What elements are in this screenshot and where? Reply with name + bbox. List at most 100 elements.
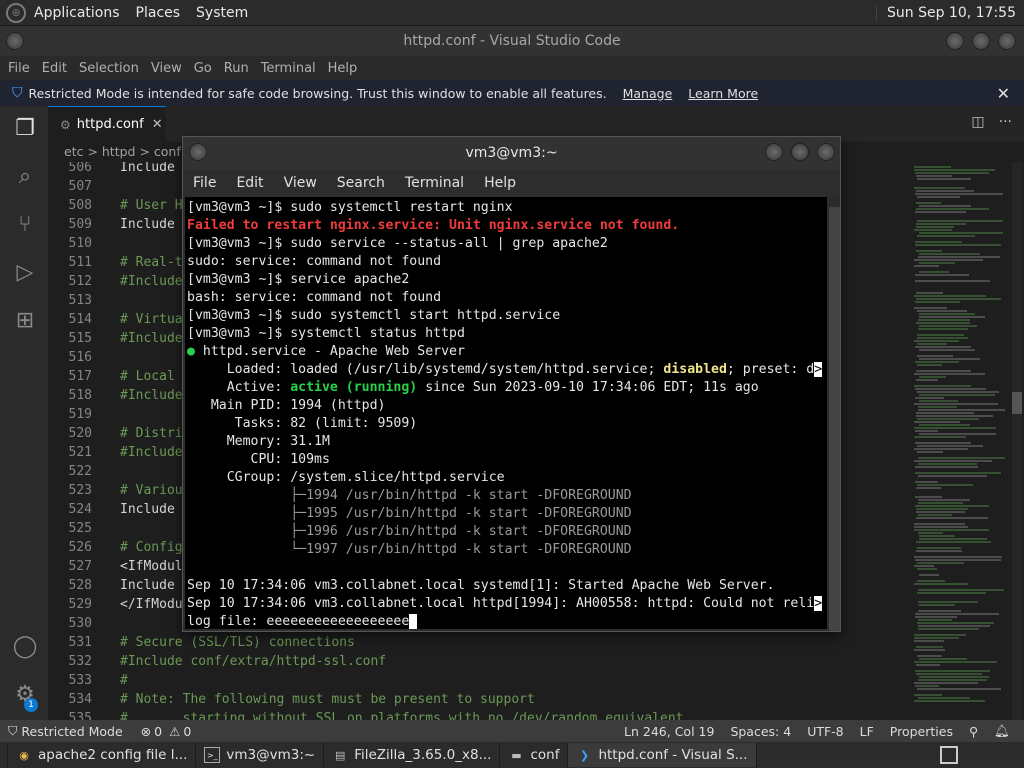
terminal-window[interactable]: vm3@vm3:~ File Edit View Search Terminal… <box>182 136 841 632</box>
terminal-menu-help[interactable]: Help <box>474 175 526 191</box>
taskbar-item-terminal[interactable]: >_ vm3@vm3:~ <box>196 743 325 767</box>
menu-go[interactable]: Go <box>188 61 218 76</box>
code-line[interactable]: # <box>120 673 128 688</box>
terminal-output[interactable]: [vm3@vm3 ~]$ sudo systemctl restart ngin… <box>185 197 827 629</box>
code-line[interactable]: # Real-t <box>120 255 183 270</box>
taskbar-item-vscode[interactable]: ❯ httpd.conf - Visual S... <box>568 743 757 767</box>
vscode-titlebar[interactable]: httpd.conf - Visual Studio Code <box>0 26 1024 56</box>
breadcrumb[interactable]: etc > httpd > conf > <box>64 144 195 162</box>
terminal-line: [vm3@vm3 ~]$ service apache2 <box>187 272 410 287</box>
code-line[interactable]: Include <box>120 578 183 593</box>
taskbar-item-label: FileZilla_3.65.0_x8... <box>354 747 492 763</box>
code-line[interactable]: #Include <box>120 388 183 403</box>
menu-run[interactable]: Run <box>218 61 255 76</box>
service-name: httpd.service - Apache Web Server <box>194 344 465 359</box>
code-line[interactable]: #Include <box>120 445 183 460</box>
code-line[interactable]: # Secure (SSL/TLS) connections <box>120 635 355 650</box>
menu-help[interactable]: Help <box>322 61 364 76</box>
terminal-titlebar[interactable]: vm3@vm3:~ <box>183 137 840 169</box>
more-actions-icon[interactable]: ··· <box>999 114 1012 130</box>
code-line[interactable]: Include <box>120 217 183 232</box>
code-line[interactable]: <IfModul <box>120 559 183 574</box>
editor-scrollbar[interactable] <box>1012 162 1022 720</box>
terminal-minimize-button[interactable] <box>765 143 783 161</box>
close-icon[interactable]: ✕ <box>997 84 1010 103</box>
code-line[interactable]: Include <box>120 502 183 517</box>
end-of-line[interactable]: LF <box>860 724 874 739</box>
close-tab-icon[interactable]: ✕ <box>152 117 163 132</box>
minimap[interactable] <box>904 162 1010 720</box>
minimap-line <box>917 178 971 180</box>
explorer-icon[interactable]: ❐ <box>12 116 38 142</box>
terminal-menu-file[interactable]: File <box>183 175 226 191</box>
code-line[interactable]: Include <box>120 162 175 175</box>
encoding[interactable]: UTF-8 <box>807 724 843 739</box>
tab-httpd-conf[interactable]: ⚙ httpd.conf ✕ <box>48 106 166 142</box>
code-line[interactable]: # Distri <box>120 426 183 441</box>
minimap-line <box>919 253 980 255</box>
terminal-window-menu-button[interactable] <box>189 143 207 161</box>
terminal-menu-terminal[interactable]: Terminal <box>395 175 474 191</box>
code-line[interactable]: # Local <box>120 369 183 384</box>
terminal-menu-search[interactable]: Search <box>327 175 395 191</box>
problems-status[interactable]: ⊗ 0 ⚠ 0 <box>141 724 192 739</box>
active-status: active (running) <box>290 380 418 395</box>
applications-menu[interactable]: Applications <box>26 5 128 21</box>
maximize-button[interactable] <box>972 32 990 50</box>
notifications-bell-icon[interactable]: 🔔︎ <box>994 723 1010 739</box>
system-menu[interactable]: System <box>188 5 256 21</box>
places-menu[interactable]: Places <box>128 5 189 21</box>
indentation[interactable]: Spaces: 4 <box>730 724 791 739</box>
code-line[interactable]: </IfModu <box>120 597 183 612</box>
show-desktop-icon[interactable] <box>940 746 958 764</box>
minimap-line <box>914 340 959 342</box>
language-mode[interactable]: Properties <box>890 724 953 739</box>
restricted-mode-status[interactable]: ⛉ Restricted Mode <box>0 720 131 742</box>
code-line[interactable]: # Note: The following must must be prese… <box>120 692 535 707</box>
code-line[interactable]: # Virtua <box>120 312 183 327</box>
split-editor-icon[interactable]: ◫ <box>971 114 984 130</box>
taskbar-handle[interactable] <box>0 743 8 767</box>
code-line[interactable]: #Include <box>120 274 183 289</box>
search-icon[interactable]: ⌕ <box>12 164 38 190</box>
line-number: 525 <box>68 521 92 536</box>
loaded-text: Loaded: loaded (/usr/lib/systemd/system/… <box>187 362 664 377</box>
taskbar-item-folder[interactable]: ▬ conf <box>500 743 569 767</box>
terminal-close-button[interactable] <box>817 143 835 161</box>
terminal-menu-view[interactable]: View <box>274 175 327 191</box>
code-line[interactable]: # starting without SSL on platforms with… <box>120 711 684 720</box>
code-line[interactable]: # Config <box>120 540 183 555</box>
terminal-maximize-button[interactable] <box>791 143 809 161</box>
terminal-menu-edit[interactable]: Edit <box>226 175 273 191</box>
terminal-scrollbar-thumb[interactable] <box>829 207 840 631</box>
taskbar-item-filezilla[interactable]: ▤ FileZilla_3.65.0_x8... <box>324 743 501 767</box>
minimap-line <box>916 415 993 417</box>
code-line[interactable]: # Variou <box>120 483 183 498</box>
taskbar-item-chrome[interactable]: ◉ apache2 config file l... <box>8 743 197 767</box>
close-window-button[interactable] <box>998 32 1016 50</box>
code-line[interactable]: # User H <box>120 198 183 213</box>
menu-selection[interactable]: Selection <box>73 61 145 76</box>
line-number: 513 <box>68 293 92 308</box>
menu-terminal[interactable]: Terminal <box>255 61 322 76</box>
window-menu-button[interactable] <box>6 32 24 50</box>
system-top-panel: ◎ Applications Places System Sun Sep 10,… <box>0 0 1024 26</box>
menu-file[interactable]: File <box>0 61 36 76</box>
account-icon[interactable]: ◯ <box>12 634 38 660</box>
minimize-button[interactable] <box>946 32 964 50</box>
cursor-position[interactable]: Ln 246, Col 19 <box>624 724 714 739</box>
manage-link[interactable]: Manage <box>623 86 673 101</box>
clock[interactable]: Sun Sep 10, 17:55 <box>876 4 1024 21</box>
run-debug-icon[interactable]: ▷ <box>12 260 38 286</box>
extensions-icon[interactable]: ⊞ <box>12 308 38 334</box>
menu-edit[interactable]: Edit <box>36 61 73 76</box>
feedback-icon[interactable]: ⚲ <box>969 724 978 739</box>
code-line[interactable]: #Include <box>120 331 183 346</box>
editor-scrollbar-thumb[interactable] <box>1012 392 1022 414</box>
code-line[interactable]: #Include conf/extra/httpd-ssl.conf <box>120 654 386 669</box>
learn-more-link[interactable]: Learn More <box>688 86 758 101</box>
shield-icon: ⛉ <box>12 85 23 101</box>
source-control-icon[interactable]: ⑂ <box>12 212 38 238</box>
distro-logo-icon[interactable]: ◎ <box>6 2 26 23</box>
menu-view[interactable]: View <box>145 61 188 76</box>
